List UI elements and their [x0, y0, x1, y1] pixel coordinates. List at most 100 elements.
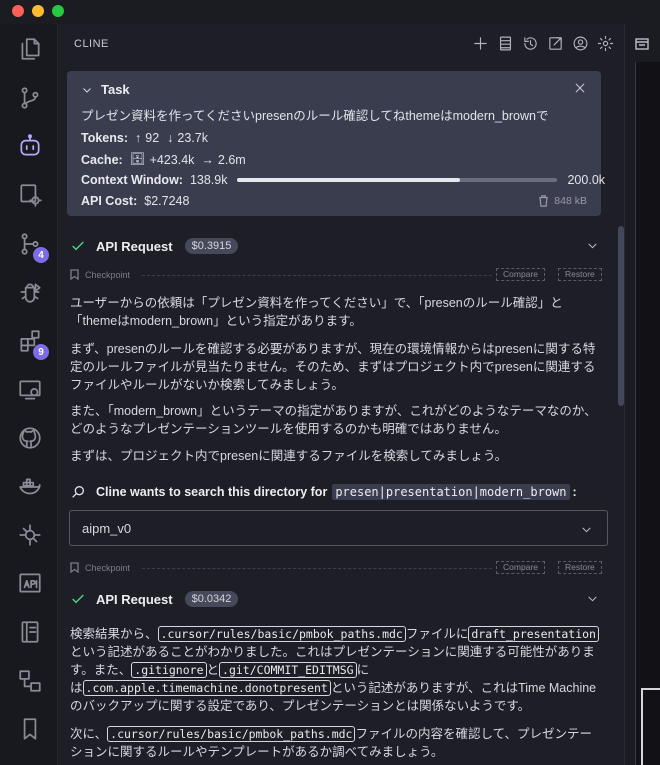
checkpoint-row: Checkpoint Compare Restore: [70, 560, 602, 576]
directory-select[interactable]: aipm_v0: [69, 510, 608, 546]
message-text: と: [206, 663, 220, 677]
message-paragraph: 次に、 .cursor/rules/basic/pmbok_paths.mdc ファ…: [70, 725, 600, 761]
inline-code: draft_presentation: [468, 626, 599, 642]
api-request-cost: $0.3915: [184, 238, 239, 254]
editor-tab-icon[interactable]: [635, 37, 649, 50]
checkpoint-label: Checkpoint: [85, 563, 131, 573]
api-request-row[interactable]: API Request $0.0342: [70, 587, 600, 611]
message-text: 次に、: [70, 727, 108, 741]
cline-icon[interactable]: [13, 129, 47, 163]
size-value: 848 kB: [554, 195, 587, 207]
cline-panel: CLINE Task プレゼン資料を作ってくださいpresenのルール確認してね…: [58, 24, 624, 765]
external-link-icon[interactable]: [546, 34, 564, 52]
api-request-row[interactable]: API Request $0.3915: [70, 234, 600, 258]
server-icon[interactable]: [496, 34, 514, 52]
tokens-out: 23.7k: [177, 131, 208, 145]
cache-row: Cache: 🗄 +423.4k → 2.6m: [81, 152, 246, 167]
tokens-in: 92: [145, 131, 160, 145]
zoom-window-button[interactable]: [52, 5, 64, 17]
close-icon[interactable]: [573, 81, 589, 97]
search-request: Cline wants to search this directory for…: [70, 481, 610, 503]
bookmark-icon: [70, 269, 79, 281]
message-paragraph: ユーザーからの依頼は「プレゼン資料を作ってください」で、「presenのルール確…: [70, 296, 563, 328]
arrow-up-icon: ↑: [135, 131, 142, 145]
chevron-down-icon: [580, 523, 593, 541]
task-size: 848 kB: [538, 195, 587, 207]
git-graph-icon[interactable]: 4: [13, 227, 49, 263]
api-request-cost: $0.0342: [184, 591, 239, 607]
restore-button[interactable]: Restore: [558, 268, 602, 281]
remote-explorer-icon[interactable]: [13, 373, 47, 407]
close-window-button[interactable]: [12, 5, 24, 17]
inline-code: .cursor/rules/basic/pmbok_paths.mdc: [157, 626, 406, 642]
context-label: Context Window:: [81, 173, 183, 187]
explorer-icon[interactable]: [13, 32, 47, 66]
minimize-window-button[interactable]: [32, 5, 44, 17]
github-icon[interactable]: [13, 421, 47, 455]
git-graph-badge: 4: [33, 247, 49, 263]
arrow-down-icon: ↓: [167, 131, 174, 145]
account-icon[interactable]: [571, 34, 589, 52]
task-header[interactable]: Task: [81, 82, 130, 97]
checkpoint-divider: [142, 568, 492, 569]
api-cost-row: API Cost: $2.7248: [81, 194, 189, 208]
ai-icon[interactable]: [13, 518, 47, 552]
checkpoint-divider: [142, 275, 492, 276]
panel-header: CLINE: [58, 24, 624, 64]
plus-icon[interactable]: [471, 34, 489, 52]
bookmark-icon: [70, 562, 79, 574]
debug-icon[interactable]: [13, 275, 47, 309]
check-icon: [70, 591, 86, 607]
remote-settings-icon[interactable]: [13, 178, 47, 212]
api-icon[interactable]: [13, 566, 47, 600]
editor-pane[interactable]: [635, 62, 660, 765]
message-paragraph: また、「modern_brown」というテーマの指定がありますが、これがどのよう…: [70, 404, 597, 436]
context-window-row: Context Window: 138.9k 200.0k: [81, 173, 605, 187]
cache-write: +423.4k: [149, 152, 195, 167]
cache-label: Cache:: [81, 152, 123, 167]
window-titlebar: [0, 0, 660, 24]
arrow-right-icon: →: [201, 152, 214, 167]
notebook-icon[interactable]: [13, 615, 47, 649]
inline-code: .com.apple.timemachine.donotpresent: [82, 680, 331, 696]
activity-bar: 4 9: [0, 24, 58, 765]
chevron-down-icon: [83, 87, 91, 93]
restore-button[interactable]: Restore: [558, 561, 602, 574]
compare-button[interactable]: Compare: [496, 561, 545, 574]
api-request-label: API Request: [96, 591, 173, 607]
message-text: ファイルに: [405, 627, 469, 641]
context-max: 200.0k: [567, 173, 606, 187]
chevron-down-icon[interactable]: [586, 592, 600, 606]
task-label: Task: [101, 82, 130, 97]
chevron-down-icon[interactable]: [586, 239, 600, 253]
message-text: 検索結果から、: [70, 627, 158, 641]
settings-icon[interactable]: [596, 34, 614, 52]
bookmark-icon[interactable]: [13, 712, 47, 746]
diagram-icon[interactable]: [13, 664, 47, 698]
checkpoint-label: Checkpoint: [85, 270, 131, 280]
tokens-label: Tokens:: [81, 131, 128, 145]
cost-label: API Cost:: [81, 194, 138, 208]
inline-code: .git/COMMIT_EDITMSG: [219, 662, 357, 678]
source-control-icon[interactable]: [13, 81, 47, 115]
message-paragraph: まずは、プロジェクト内でpresenに関連するファイルを検索してみましょう。: [70, 449, 508, 463]
compare-button[interactable]: Compare: [496, 268, 545, 281]
history-icon[interactable]: [521, 34, 539, 52]
panel-title: CLINE: [74, 38, 109, 50]
editor-area: [624, 24, 660, 765]
inline-code: .gitignore: [131, 662, 207, 678]
inline-code: .cursor/rules/basic/pmbok_paths.mdc: [107, 726, 356, 742]
checkpoint-row: Checkpoint Compare Restore: [70, 267, 602, 283]
trash-icon[interactable]: [538, 195, 549, 207]
context-used: 138.9k: [189, 173, 228, 187]
search-prefix: Cline wants to search this directory for: [96, 485, 328, 499]
search-suffix: :: [572, 485, 577, 499]
task-text: プレゼン資料を作ってくださいpresenのルール確認してねthemeはmoder…: [81, 109, 549, 123]
docker-icon[interactable]: [13, 470, 47, 504]
extensions-icon[interactable]: 9: [13, 324, 49, 360]
editor-panel-frame: [641, 688, 660, 765]
context-progress-fill: [237, 178, 460, 182]
cache-read: 2.6m: [217, 152, 246, 167]
context-progress-bar: [237, 178, 558, 182]
search-icon: [72, 486, 84, 498]
